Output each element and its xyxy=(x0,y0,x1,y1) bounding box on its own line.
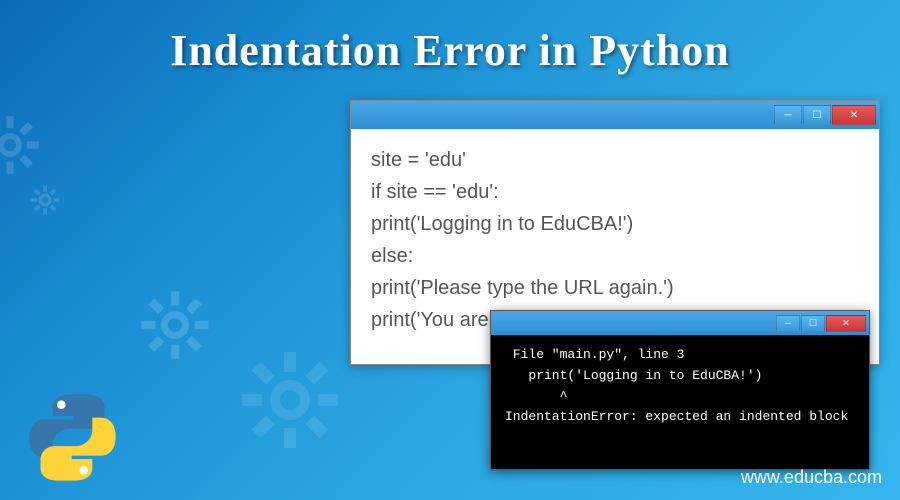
page-title: Indentation Error in Python xyxy=(0,0,900,76)
code-line: print('Logging in to EduCBA!') xyxy=(371,208,859,240)
terminal-titlebar: ─ ☐ ✕ xyxy=(491,311,869,335)
python-logo-icon xyxy=(25,390,120,485)
terminal-line: print('Logging in to EduCBA!') xyxy=(505,366,855,387)
minimize-button[interactable]: ─ xyxy=(776,315,800,332)
close-button[interactable]: ✕ xyxy=(826,315,866,332)
gear-icon xyxy=(240,350,340,450)
terminal-window: ─ ☐ ✕ File "main.py", line 3 print('Logg… xyxy=(490,310,870,470)
gear-icon xyxy=(0,115,40,175)
code-line: print('Please type the URL again.') xyxy=(371,272,859,304)
window-titlebar: ─ ☐ ✕ xyxy=(351,101,879,129)
code-line: site = 'edu' xyxy=(371,144,859,176)
terminal-line: File "main.py", line 3 xyxy=(505,345,855,366)
close-button[interactable]: ✕ xyxy=(832,105,876,125)
maximize-button[interactable]: ☐ xyxy=(801,315,825,332)
minimize-button[interactable]: ─ xyxy=(774,105,802,125)
gear-icon xyxy=(30,185,60,215)
terminal-content: File "main.py", line 3 print('Logging in… xyxy=(491,335,869,438)
code-line: if site == 'edu': xyxy=(371,176,859,208)
website-url: www.educba.com xyxy=(741,467,882,488)
gear-icon xyxy=(140,290,210,360)
maximize-button[interactable]: ☐ xyxy=(803,105,831,125)
terminal-line: IndentationError: expected an indented b… xyxy=(505,407,855,428)
code-line: else: xyxy=(371,240,859,272)
terminal-line: ^ xyxy=(505,387,855,408)
